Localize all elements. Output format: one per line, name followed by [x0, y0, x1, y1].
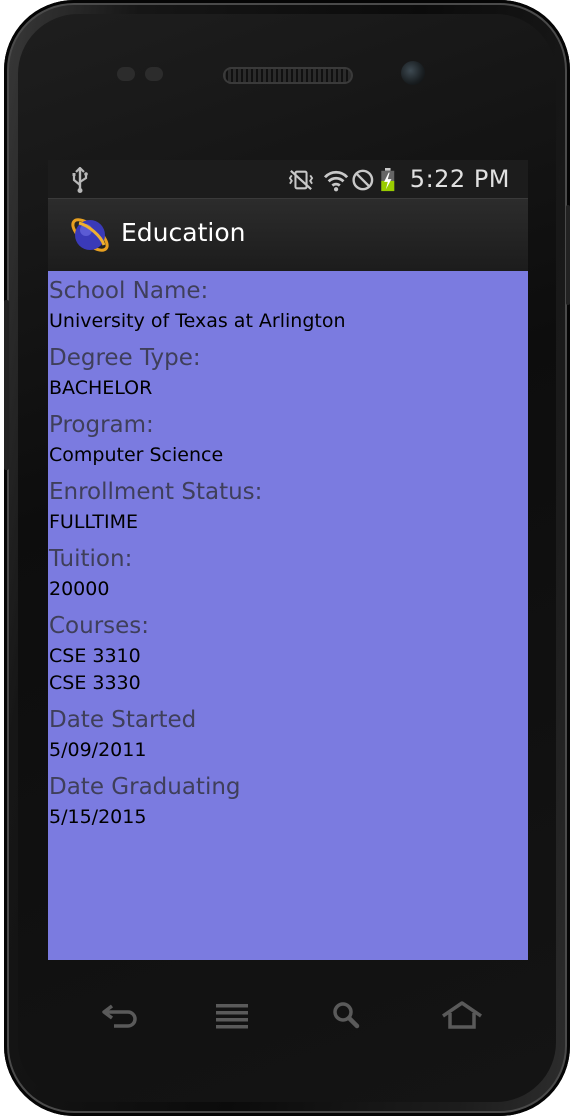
usb-icon [72, 167, 88, 193]
date-started-label: Date Started [49, 707, 197, 733]
program-label: Program: [49, 412, 154, 438]
app-logo-icon[interactable] [68, 213, 112, 257]
vibrate-icon [288, 169, 314, 191]
back-icon [102, 1004, 137, 1028]
status-bar: 5:22 PM [48, 160, 528, 198]
degree-type-value: BACHELOR [49, 377, 153, 399]
date-graduating-value: 5/15/2015 [49, 806, 147, 828]
status-icons [288, 168, 395, 192]
tuition-value: 20000 [49, 578, 110, 600]
home-icon [442, 1001, 482, 1029]
course-item: CSE 3310 [49, 645, 141, 667]
proximity-sensor [117, 67, 135, 81]
back-button[interactable] [88, 990, 148, 1040]
degree-type-label: Degree Type: [49, 345, 201, 371]
menu-button[interactable] [200, 990, 260, 1040]
clock: 5:22 PM [409, 165, 510, 193]
screen: 5:22 PM Education School Name: Universit… [48, 160, 528, 960]
power-button[interactable] [566, 205, 570, 305]
wifi-icon [323, 170, 349, 192]
earpiece-speaker [223, 67, 353, 84]
battery-charging-icon [381, 168, 395, 192]
school-name-label: School Name: [49, 278, 209, 304]
search-button[interactable] [316, 990, 376, 1040]
page-title: Education [121, 218, 246, 247]
hardware-nav-bar [48, 990, 528, 1040]
education-details: School Name: University of Texas at Arli… [48, 270, 528, 831]
home-button[interactable] [428, 990, 488, 1040]
search-icon [333, 1002, 360, 1029]
date-graduating-label: Date Graduating [49, 774, 241, 800]
menu-icon [216, 1004, 248, 1029]
courses-label: Courses: [49, 613, 150, 639]
volume-button[interactable] [4, 300, 9, 470]
program-value: Computer Science [49, 444, 224, 466]
action-bar: Education [48, 198, 528, 271]
light-sensor [145, 67, 163, 81]
date-started-value: 5/09/2011 [49, 739, 147, 761]
enrollment-status-label: Enrollment Status: [49, 479, 263, 505]
school-name-value: University of Texas at Arlington [49, 310, 346, 332]
enrollment-status-value: FULLTIME [49, 511, 138, 533]
no-signal-icon [352, 169, 374, 191]
front-camera [401, 61, 425, 85]
tuition-label: Tuition: [49, 546, 133, 572]
course-item: CSE 3330 [49, 672, 141, 694]
